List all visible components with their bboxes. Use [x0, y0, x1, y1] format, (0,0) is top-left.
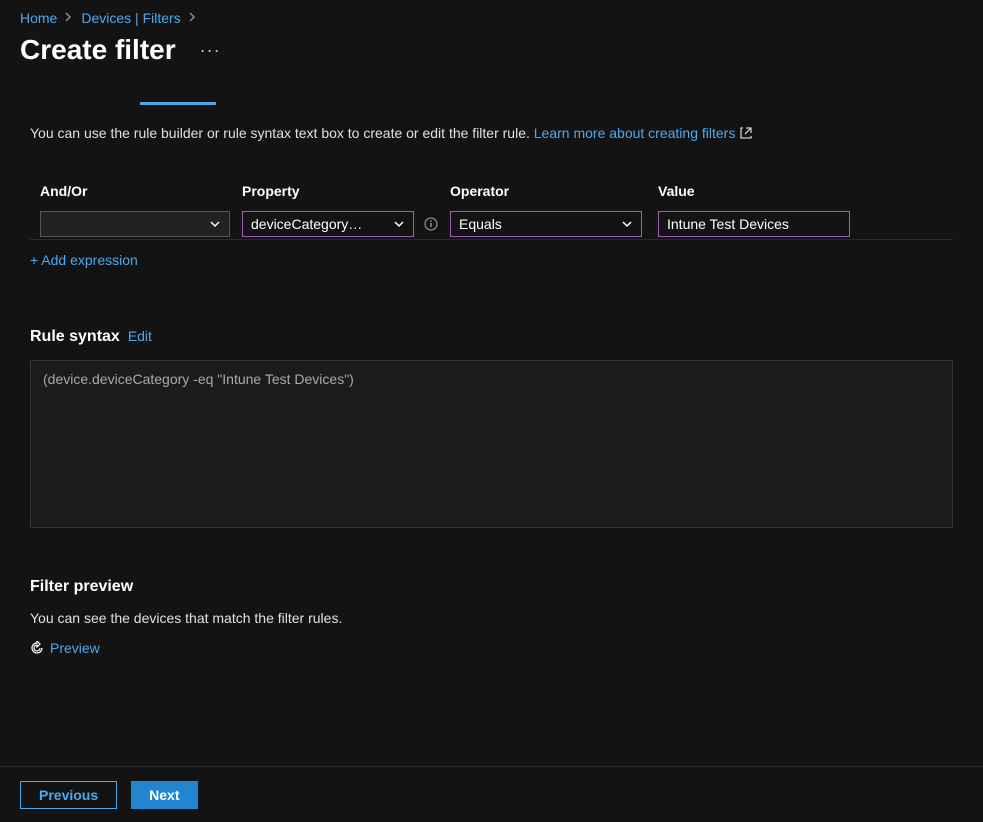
- chevron-down-icon: [393, 218, 405, 230]
- property-dropdown[interactable]: deviceCategory…: [242, 211, 414, 237]
- rule-syntax-title: Rule syntax: [30, 328, 120, 346]
- rule-row: deviceCategory… Equals: [30, 211, 953, 240]
- next-button[interactable]: Next: [131, 781, 197, 809]
- page-title: Create filter: [20, 34, 176, 66]
- edit-syntax-link[interactable]: Edit: [128, 328, 152, 344]
- rule-syntax-header: Rule syntax Edit: [30, 328, 953, 346]
- filter-preview-header: Filter preview: [30, 578, 953, 596]
- operator-value: Equals: [459, 216, 502, 232]
- property-value: deviceCategory…: [251, 216, 362, 232]
- rule-builder-table: And/Or Property Operator Value deviceCat…: [30, 183, 953, 268]
- column-header-property: Property: [242, 183, 450, 199]
- breadcrumb-home[interactable]: Home: [20, 10, 57, 26]
- refresh-icon[interactable]: [30, 641, 44, 655]
- rule-syntax-textbox: (device.deviceCategory -eq "Intune Test …: [30, 360, 953, 528]
- wizard-footer: Previous Next: [0, 766, 983, 822]
- andor-dropdown[interactable]: [40, 211, 230, 237]
- preview-link[interactable]: Preview: [50, 640, 100, 656]
- filter-preview-description: You can see the devices that match the f…: [30, 610, 953, 626]
- chevron-down-icon: [621, 218, 633, 230]
- column-header-value: Value: [658, 183, 858, 199]
- chevron-right-icon: [65, 11, 73, 25]
- previous-button[interactable]: Previous: [20, 781, 117, 809]
- external-link-icon: [739, 126, 753, 143]
- add-expression-link[interactable]: + Add expression: [30, 252, 138, 268]
- page-title-row: Create filter ···: [0, 26, 983, 66]
- intro-text-content: You can use the rule builder or rule syn…: [30, 125, 534, 141]
- learn-more-link[interactable]: Learn more about creating filters: [534, 125, 754, 141]
- breadcrumb: Home Devices | Filters: [0, 0, 983, 26]
- column-header-andor: And/Or: [30, 183, 242, 199]
- column-header-operator: Operator: [450, 183, 658, 199]
- chevron-down-icon: [209, 218, 221, 230]
- value-input[interactable]: [658, 211, 850, 237]
- breadcrumb-devices-filters[interactable]: Devices | Filters: [81, 10, 180, 26]
- info-icon[interactable]: [424, 217, 438, 231]
- chevron-right-icon: [189, 11, 197, 25]
- more-actions-button[interactable]: ···: [192, 36, 229, 65]
- intro-text: You can use the rule builder or rule syn…: [30, 125, 953, 143]
- operator-dropdown[interactable]: Equals: [450, 211, 642, 237]
